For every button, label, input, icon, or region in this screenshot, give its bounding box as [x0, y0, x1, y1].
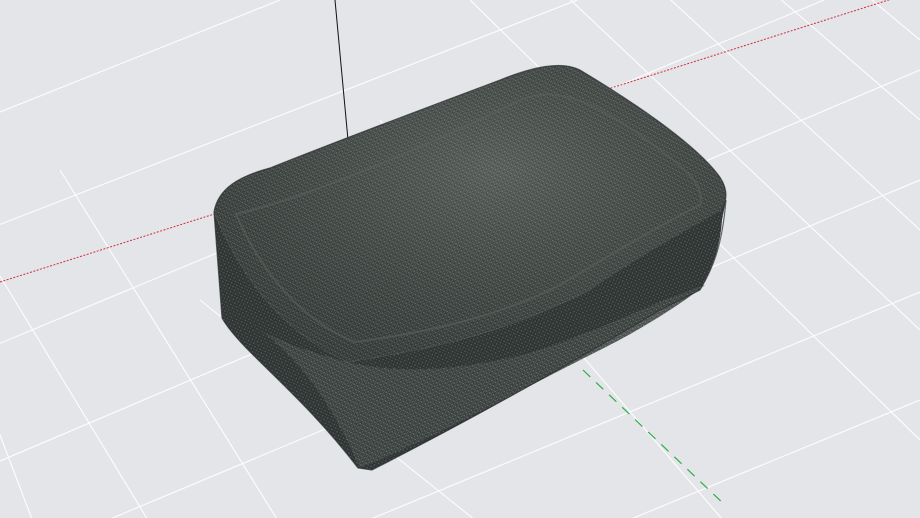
viewport-canvas[interactable]: [0, 0, 920, 518]
ottoman-model[interactable]: [213, 64, 727, 471]
y-axis-line: [582, 369, 727, 507]
z-axis-line: [334, 0, 349, 141]
3d-viewport[interactable]: [0, 0, 920, 518]
